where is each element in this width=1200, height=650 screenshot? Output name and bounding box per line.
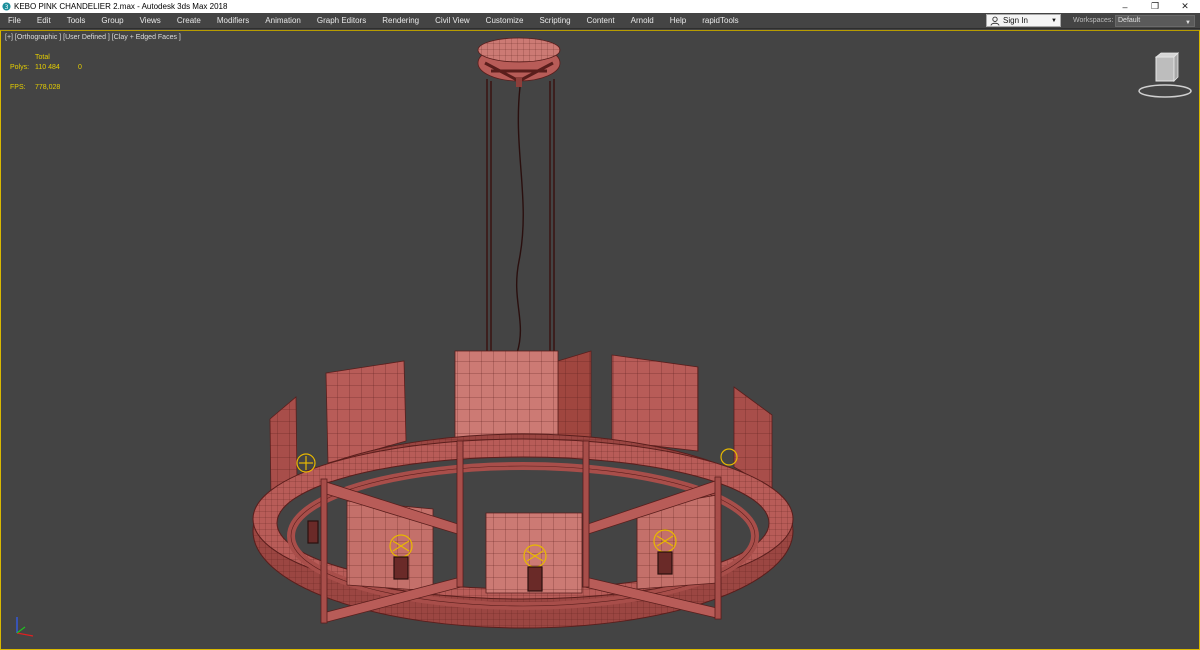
restore-button[interactable]: ❐: [1140, 0, 1170, 13]
menu-rapidtools[interactable]: rapidTools: [694, 13, 746, 29]
close-button[interactable]: ✕: [1170, 0, 1200, 13]
menu-edit[interactable]: Edit: [29, 13, 59, 29]
menu-arnold[interactable]: Arnold: [623, 13, 662, 29]
svg-text:3: 3: [4, 4, 8, 11]
menu-scripting[interactable]: Scripting: [531, 13, 578, 29]
workspaces-label: Workspaces:: [1073, 17, 1114, 24]
menu-group[interactable]: Group: [93, 13, 131, 29]
app-logo-icon: 3: [2, 2, 11, 11]
menu-file[interactable]: File: [0, 13, 29, 29]
sign-in-label: Sign In: [1003, 16, 1028, 25]
title-bar: 3 KEBO PINK CHANDELIER 2.max - Autodesk …: [0, 0, 1200, 13]
menu-tools[interactable]: Tools: [59, 13, 94, 29]
user-icon: [990, 16, 1000, 26]
chevron-down-icon: ▼: [1185, 20, 1191, 26]
chandelier-model[interactable]: [1, 31, 1199, 649]
suspension-rods: [486, 79, 555, 354]
axis-gizmo-icon: [16, 617, 34, 637]
menu-modifiers[interactable]: Modifiers: [209, 13, 257, 29]
menu-views[interactable]: Views: [132, 13, 169, 29]
sign-in-dropdown[interactable]: Sign In ▼: [986, 14, 1061, 27]
menu-bar: File Edit Tools Group Views Create Modif…: [0, 13, 1200, 29]
menu-animation[interactable]: Animation: [257, 13, 309, 29]
ceiling-canopy: [477, 37, 561, 87]
menu-content[interactable]: Content: [579, 13, 623, 29]
menu-civil-view[interactable]: Civil View: [427, 13, 478, 29]
menu-graph-editors[interactable]: Graph Editors: [309, 13, 374, 29]
workspaces-value: Default: [1118, 17, 1141, 24]
menu-customize[interactable]: Customize: [478, 13, 532, 29]
window-title: KEBO PINK CHANDELIER 2.max - Autodesk 3d…: [14, 2, 228, 11]
minimize-button[interactable]: –: [1110, 0, 1140, 13]
chevron-down-icon: ▼: [1051, 18, 1057, 24]
perspective-viewport[interactable]: [+] [Orthographic ] [User Defined ] [Cla…: [0, 30, 1200, 650]
menu-rendering[interactable]: Rendering: [374, 13, 427, 29]
workspaces-select[interactable]: Default ▼: [1115, 15, 1195, 27]
viewcube-icon[interactable]: [1137, 51, 1193, 103]
menu-create[interactable]: Create: [169, 13, 209, 29]
menu-help[interactable]: Help: [662, 13, 694, 29]
